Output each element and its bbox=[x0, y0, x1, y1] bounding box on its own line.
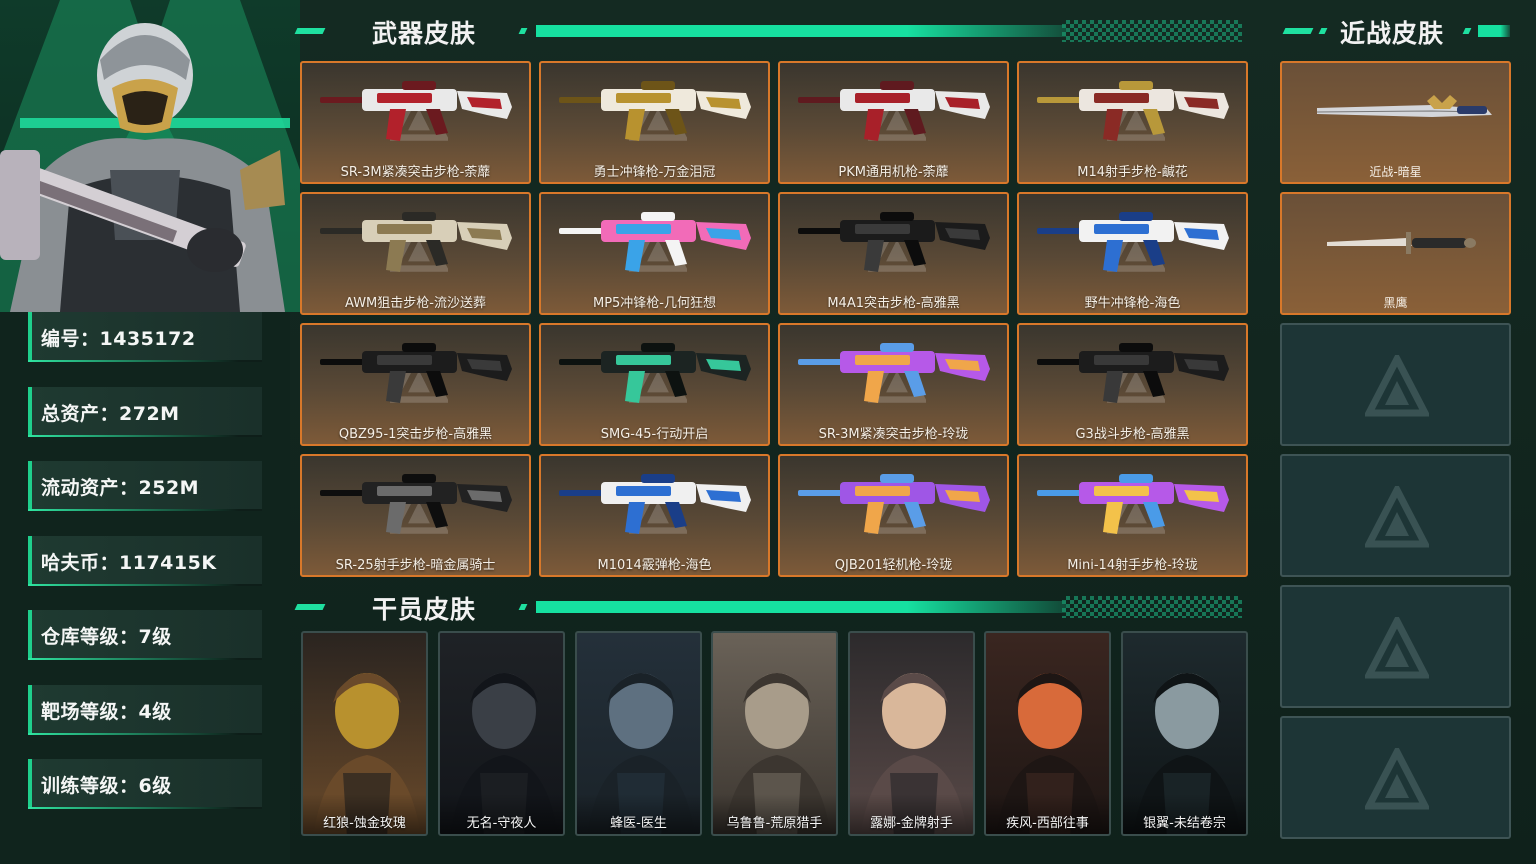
player-panel: 编号：1435172 总资产：272M 流动资产：252M 哈夫币：117415… bbox=[0, 0, 300, 864]
operator-name: 露娜-金牌射手 bbox=[870, 816, 953, 831]
weapon-name: PKM通用机枪-荼蘼 bbox=[838, 165, 949, 180]
weapon-skin-card[interactable]: Mini-14射手步枪-玲珑 bbox=[1017, 454, 1248, 577]
operators-section-header: 干员皮肤 bbox=[292, 590, 1247, 624]
weapon-skin-card[interactable]: SR-3M紧凑突击步枪-荼蘼 bbox=[300, 61, 531, 184]
stat-warehouse-level: 仓库等级：7级 bbox=[28, 610, 262, 660]
weapon-skin-card[interactable]: M4A1突击步枪-高雅黑 bbox=[778, 192, 1009, 315]
weapon-name: Mini-14射手步枪-玲珑 bbox=[1067, 558, 1198, 573]
weapon-name: M14射手步枪-鹹花 bbox=[1077, 165, 1188, 180]
stat-label: 哈夫币：117415K bbox=[41, 552, 217, 574]
weapons-section-header: 武器皮肤 bbox=[292, 14, 1247, 48]
weapon-name: 野牛冲锋枪-海色 bbox=[1084, 296, 1181, 311]
weapon-name: QBZ95-1突击步枪-高雅黑 bbox=[338, 427, 493, 442]
melee-slot-empty[interactable] bbox=[1280, 323, 1511, 446]
operator-name: 疾风-西部往事 bbox=[1006, 816, 1089, 831]
delta-logo-icon bbox=[1365, 748, 1429, 810]
delta-logo-icon bbox=[1365, 617, 1429, 679]
weapon-skin-card[interactable]: MP5冲锋枪-几何狂想 bbox=[539, 192, 770, 315]
soldier-figure bbox=[0, 23, 285, 312]
stat-label: 仓库等级：7级 bbox=[41, 626, 172, 648]
stat-liquid-assets: 流动资产：252M bbox=[28, 461, 262, 511]
operator-name: 乌鲁鲁-荒原猎手 bbox=[726, 816, 823, 831]
melee-section-header: 近战皮肤 bbox=[1280, 14, 1512, 48]
delta-logo-icon bbox=[1365, 355, 1429, 417]
weapon-skin-card[interactable]: SR-3M紧凑突击步枪-玲珑 bbox=[778, 323, 1009, 446]
weapon-name: QJB201轻机枪-玲珑 bbox=[834, 558, 953, 573]
operator-name: 红狼-蚀金玫瑰 bbox=[323, 816, 406, 831]
operator-name: 蜂医-医生 bbox=[610, 816, 667, 831]
weapons-section-title: 武器皮肤 bbox=[372, 19, 477, 48]
operator-skin-card[interactable]: 红狼-蚀金玫瑰 bbox=[301, 631, 428, 836]
operator-portrait bbox=[0, 0, 300, 312]
weapon-skin-card[interactable]: SMG-45-行动开启 bbox=[539, 323, 770, 446]
operator-skin-card[interactable]: 疾风-西部往事 bbox=[984, 631, 1111, 836]
weapon-name: AWM狙击步枪-流沙送葬 bbox=[345, 296, 486, 311]
weapon-name: 勇士冲锋枪-万金泪冠 bbox=[593, 165, 716, 180]
stat-label: 训练等级：6级 bbox=[41, 775, 172, 797]
stat-label: 总资产：272M bbox=[41, 403, 180, 425]
stat-total-assets: 总资产：272M bbox=[28, 387, 262, 437]
operator-skin-card[interactable]: 露娜-金牌射手 bbox=[848, 631, 975, 836]
operator-skin-card[interactable]: 乌鲁鲁-荒原猎手 bbox=[711, 631, 838, 836]
weapon-skin-card[interactable]: M1014霰弹枪-海色 bbox=[539, 454, 770, 577]
weapon-skin-card[interactable]: G3战斗步枪-高雅黑 bbox=[1017, 323, 1248, 446]
melee-section-title: 近战皮肤 bbox=[1340, 19, 1445, 48]
melee-card-dark-star[interactable]: 近战-暗星 bbox=[1280, 61, 1511, 184]
weapon-skin-card[interactable]: QBZ95-1突击步枪-高雅黑 bbox=[300, 323, 531, 446]
weapon-name: G3战斗步枪-高雅黑 bbox=[1075, 427, 1190, 442]
stat-hafu-coin: 哈夫币：117415K bbox=[28, 536, 262, 586]
operator-name: 无名-守夜人 bbox=[466, 816, 537, 831]
weapon-skin-card[interactable]: M14射手步枪-鹹花 bbox=[1017, 61, 1248, 184]
melee-slot-empty[interactable] bbox=[1280, 585, 1511, 708]
melee-name: 黑鹰 bbox=[1383, 296, 1408, 310]
weapon-name: MP5冲锋枪-几何狂想 bbox=[592, 296, 717, 311]
weapon-name: SR-3M紧凑突击步枪-玲珑 bbox=[818, 427, 969, 442]
melee-name: 近战-暗星 bbox=[1369, 165, 1422, 179]
delta-logo-icon bbox=[1365, 486, 1429, 548]
melee-card-black-hawk[interactable]: 黑鹰 bbox=[1280, 192, 1511, 315]
melee-slot-empty[interactable] bbox=[1280, 716, 1511, 839]
stat-label: 靶场等级：4级 bbox=[41, 701, 172, 723]
weapon-name: M1014霰弹枪-海色 bbox=[597, 558, 712, 573]
weapon-skin-card[interactable]: 勇士冲锋枪-万金泪冠 bbox=[539, 61, 770, 184]
stat-range-level: 靶场等级：4级 bbox=[28, 685, 262, 735]
melee-slot-empty[interactable] bbox=[1280, 454, 1511, 577]
operators-section-title: 干员皮肤 bbox=[372, 595, 477, 624]
weapon-name: SR-3M紧凑突击步枪-荼蘼 bbox=[340, 165, 491, 180]
weapon-skin-card[interactable]: SR-25射手步枪-暗金属骑士 bbox=[300, 454, 531, 577]
weapon-name: M4A1突击步枪-高雅黑 bbox=[827, 296, 960, 311]
stat-player-id: 编号：1435172 bbox=[28, 312, 262, 362]
operator-skin-card[interactable]: 蜂医-医生 bbox=[575, 631, 702, 836]
stat-training-level: 训练等级：6级 bbox=[28, 759, 262, 809]
operator-name: 银翼-未结卷宗 bbox=[1143, 816, 1226, 831]
weapon-skin-card[interactable]: 野牛冲锋枪-海色 bbox=[1017, 192, 1248, 315]
weapon-skin-card[interactable]: QJB201轻机枪-玲珑 bbox=[778, 454, 1009, 577]
stat-label: 流动资产：252M bbox=[41, 477, 200, 499]
weapon-name: SMG-45-行动开启 bbox=[600, 427, 709, 442]
operator-skin-card[interactable]: 无名-守夜人 bbox=[438, 631, 565, 836]
stat-label: 编号：1435172 bbox=[41, 328, 196, 350]
weapon-name: SR-25射手步枪-暗金属骑士 bbox=[335, 558, 496, 573]
operator-skin-card[interactable]: 银翼-未结卷宗 bbox=[1121, 631, 1248, 836]
weapon-skin-card[interactable]: AWM狙击步枪-流沙送葬 bbox=[300, 192, 531, 315]
weapon-skin-card[interactable]: PKM通用机枪-荼蘼 bbox=[778, 61, 1009, 184]
